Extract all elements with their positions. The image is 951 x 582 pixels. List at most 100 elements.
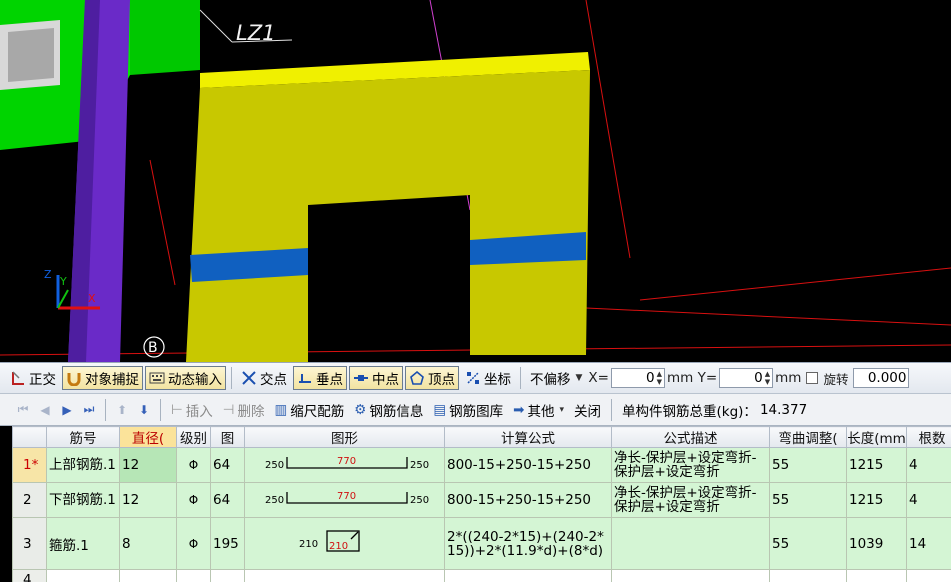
cell-description[interactable]: 净长-保护层+设定弯折-保护层+设定弯折 bbox=[611, 447, 770, 483]
yellow-beam bbox=[186, 52, 590, 362]
cell-shape-no[interactable]: 64 bbox=[210, 447, 245, 483]
header-bend-adjust[interactable]: 弯曲调整( bbox=[769, 426, 847, 448]
header-bar-no[interactable]: 筋号 bbox=[46, 426, 120, 448]
rotate-input[interactable]: 0.000 bbox=[853, 368, 910, 388]
total-weight: 单构件钢筋总重(kg)： 14.377 bbox=[622, 401, 808, 420]
header-length[interactable]: 长度(mm bbox=[846, 426, 907, 448]
cell-bend-adjust[interactable]: 55 bbox=[769, 482, 847, 518]
svg-text:210: 210 bbox=[299, 539, 318, 550]
object-snap-button[interactable]: 对象捕捉 bbox=[62, 366, 143, 390]
rotate-checkbox[interactable] bbox=[806, 372, 819, 384]
header-shape[interactable]: 图形 bbox=[244, 426, 445, 448]
svg-text:770: 770 bbox=[337, 491, 356, 502]
cell-bar-name[interactable]: 箍筋.1 bbox=[46, 517, 120, 570]
rebar-table: 筋号 直径( 级别 图 图形 计算公式 公式描述 弯曲调整( 长度(mm 根数 … bbox=[12, 426, 951, 582]
close-button[interactable]: 关闭 bbox=[571, 400, 604, 420]
next-record-icon[interactable]: ▶ bbox=[58, 403, 76, 417]
first-record-icon[interactable]: ⏮ bbox=[14, 402, 32, 417]
snap-toolbar: 正交 对象捕捉 动态输入 交点 垂点 中点 顶点 坐标 不偏移 ▼ X= 0 ▲… bbox=[0, 362, 951, 394]
x-label: X= bbox=[588, 370, 609, 386]
cell-shape[interactable]: 210 210 bbox=[244, 517, 445, 570]
other-menu-button[interactable]: ➡ 其他 ▾ bbox=[510, 400, 567, 420]
header-description[interactable]: 公式描述 bbox=[611, 426, 770, 448]
cell-grade[interactable]: Φ bbox=[176, 517, 211, 570]
header-count[interactable]: 根数 bbox=[906, 426, 951, 448]
header-formula[interactable]: 计算公式 bbox=[444, 426, 612, 448]
cell-bend-adjust[interactable]: 55 bbox=[769, 517, 847, 570]
cell-grade[interactable]: Φ bbox=[176, 482, 211, 518]
delete-button[interactable]: ⊣ 删除 bbox=[220, 400, 268, 420]
midpoint-icon bbox=[353, 370, 369, 386]
cell-diameter[interactable]: 12 bbox=[119, 482, 177, 518]
move-down-icon[interactable]: ⬇ bbox=[135, 403, 153, 417]
cell-length[interactable]: 1215 bbox=[846, 482, 907, 518]
dynamic-input-button[interactable]: 动态输入 bbox=[145, 366, 226, 390]
perpendicular-snap-button[interactable]: 垂点 bbox=[293, 366, 347, 390]
svg-text:Y: Y bbox=[59, 275, 67, 288]
cell-diameter[interactable]: 8 bbox=[119, 517, 177, 570]
x-input[interactable]: 0 ▲ ▼ bbox=[610, 368, 665, 388]
table-row[interactable]: 3 箍筋.1 8 Φ 195 210 210 2*((240-2*15)+(24… bbox=[12, 517, 951, 570]
offset-mode-select[interactable]: 不偏移 ▼ bbox=[526, 366, 586, 390]
svg-text:770: 770 bbox=[337, 456, 356, 467]
rebar-info-icon: ⚙ bbox=[354, 401, 367, 418]
last-record-icon[interactable]: ⏭ bbox=[80, 402, 98, 417]
cell-formula[interactable]: 2*((240-2*15)+(240-2*15))+2*(11.9*d)+(8*… bbox=[444, 517, 612, 570]
cell-bend-adjust[interactable]: 55 bbox=[769, 447, 847, 483]
svg-text:250: 250 bbox=[410, 495, 429, 506]
cell-formula[interactable]: 800-15+250-15+250 bbox=[444, 482, 612, 518]
cell-diameter[interactable]: 12 bbox=[119, 447, 177, 483]
rebar-info-button[interactable]: ⚙ 钢筋信息 bbox=[351, 400, 426, 420]
svg-text:Z: Z bbox=[44, 268, 52, 281]
intersection-snap-button[interactable]: 交点 bbox=[237, 366, 291, 390]
rebar-grid-toolbar: ⏮ ◀ ▶ ⏭ ⬆ ⬇ ⊢ 插入 ⊣ 删除 ▥ 缩尺配筋 ⚙ 钢筋信息 ▤ 钢筋… bbox=[0, 394, 951, 426]
table-row[interactable]: 1* 上部钢筋.1 12 Φ 64 250 770 250 800-15+250… bbox=[12, 447, 951, 483]
cell-length[interactable]: 1215 bbox=[846, 447, 907, 483]
stirrup-shape: 210 210 bbox=[299, 529, 360, 552]
chevron-down-icon: ▾ bbox=[559, 404, 565, 415]
rebar-library-button[interactable]: ▤ 钢筋图库 bbox=[430, 400, 506, 420]
row-index[interactable]: 4 bbox=[12, 569, 47, 582]
cell-description[interactable] bbox=[611, 517, 770, 570]
cell-bar-name[interactable]: 下部钢筋.1 bbox=[46, 482, 120, 518]
perpendicular-icon bbox=[297, 370, 313, 386]
intersection-icon bbox=[241, 370, 257, 386]
header-grade[interactable]: 级别 bbox=[176, 426, 211, 448]
move-up-icon[interactable]: ⬆ bbox=[113, 403, 131, 417]
y-spinner-icon[interactable]: ▲ ▼ bbox=[765, 370, 770, 386]
cell-length[interactable]: 1039 bbox=[846, 517, 907, 570]
row-index[interactable]: 2 bbox=[12, 482, 47, 518]
axis-bubble-label: B bbox=[148, 340, 158, 356]
x-spinner-icon[interactable]: ▲ ▼ bbox=[657, 370, 662, 386]
table-row[interactable]: 2 下部钢筋.1 12 Φ 64 250 770 250 800-15+250-… bbox=[12, 482, 951, 518]
cell-count[interactable]: 4 bbox=[906, 447, 951, 483]
insert-button[interactable]: ⊢ 插入 bbox=[168, 400, 216, 420]
midpoint-snap-button[interactable]: 中点 bbox=[349, 366, 403, 390]
header-diameter[interactable]: 直径( bbox=[119, 426, 177, 448]
prev-record-icon[interactable]: ◀ bbox=[36, 403, 54, 417]
header-shape-no[interactable]: 图 bbox=[210, 426, 245, 448]
cell-formula[interactable]: 800-15+250-15+250 bbox=[444, 447, 612, 483]
unit-label: mm bbox=[775, 370, 802, 386]
3d-viewport[interactable]: LZ1 X Y Z B bbox=[0, 0, 951, 362]
y-input[interactable]: 0 ▲ ▼ bbox=[719, 368, 774, 388]
cell-count[interactable]: 4 bbox=[906, 482, 951, 518]
table-header-row: 筋号 直径( 级别 图 图形 计算公式 公式描述 弯曲调整( 长度(mm 根数 bbox=[12, 426, 951, 448]
cell-shape[interactable]: 250 770 250 bbox=[244, 482, 445, 518]
cell-description[interactable]: 净长-保护层+设定弯折-保护层+设定弯折 bbox=[611, 482, 770, 518]
ortho-button[interactable]: 正交 bbox=[6, 366, 60, 390]
cell-shape[interactable]: 250 770 250 bbox=[244, 447, 445, 483]
magnet-icon bbox=[66, 370, 82, 387]
cell-bar-name[interactable]: 上部钢筋.1 bbox=[46, 447, 120, 483]
cell-shape-no[interactable]: 64 bbox=[210, 482, 245, 518]
y-label: mm Y= bbox=[666, 370, 718, 386]
cell-shape-no[interactable]: 195 bbox=[210, 517, 245, 570]
scale-rebar-button[interactable]: ▥ 缩尺配筋 bbox=[272, 400, 348, 420]
row-index[interactable]: 3 bbox=[12, 517, 47, 570]
vertex-snap-button[interactable]: 顶点 bbox=[405, 366, 459, 390]
row-index[interactable]: 1* bbox=[12, 447, 47, 483]
coordinate-snap-button[interactable]: 坐标 bbox=[461, 366, 515, 390]
table-row-empty[interactable]: 4 bbox=[12, 569, 951, 582]
cell-count[interactable]: 14 bbox=[906, 517, 951, 570]
cell-grade[interactable]: Φ bbox=[176, 447, 211, 483]
